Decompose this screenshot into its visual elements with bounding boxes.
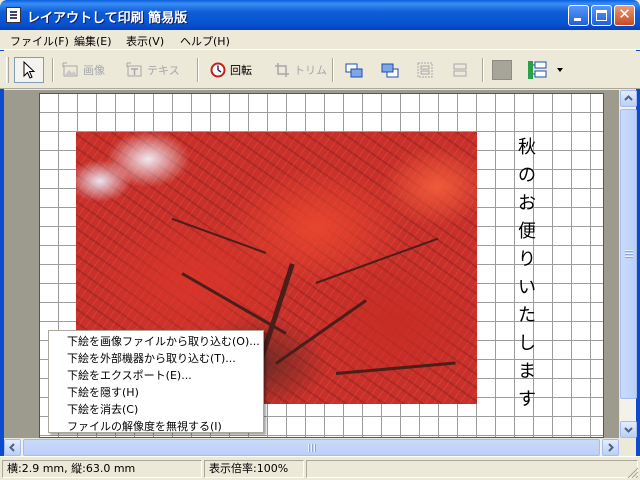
- fill-color-swatch-icon: [492, 60, 512, 80]
- scroll-left-button[interactable]: [4, 439, 21, 456]
- close-button[interactable]: ✕: [614, 5, 635, 26]
- toolbar-separator: [197, 58, 199, 82]
- menu-bar: ファイル(F) 編集(E) 表示(V) ヘルプ(H): [0, 30, 640, 50]
- greeting-char: 便: [518, 221, 536, 242]
- greeting-char: り: [518, 249, 536, 270]
- pointer-arrow-icon: [23, 61, 36, 79]
- tree-branch: [335, 361, 456, 375]
- fill-color-button[interactable]: [492, 57, 512, 83]
- greeting-char: の: [518, 165, 536, 186]
- send-backward-button[interactable]: [380, 57, 400, 83]
- greeting-char: 秋: [518, 137, 536, 158]
- horizontal-scroll-thumb[interactable]: [23, 439, 600, 456]
- layout-tree-icon: [528, 61, 547, 79]
- tree-branch: [181, 272, 287, 335]
- menu-clear[interactable]: 下絵を消去(C): [49, 402, 263, 418]
- context-menu: 下絵を画像ファイルから取り込む(O)... 下絵を外部機器から取り込む(T)..…: [48, 330, 264, 433]
- chevron-up-icon: [624, 95, 633, 101]
- greeting-char: お: [518, 193, 536, 214]
- stack-frames-icon: [453, 63, 467, 77]
- status-bar: 横:2.9 mm, 縦:63.0 mm 表示倍率:100%: [0, 456, 640, 480]
- menu-edit[interactable]: 編集(E): [74, 33, 112, 49]
- grip-icon: [625, 250, 633, 259]
- menu-export[interactable]: 下絵をエクスポート(E)...: [49, 368, 263, 384]
- bring-forward-button[interactable]: [344, 57, 364, 83]
- layout-dropdown-button[interactable]: [556, 57, 564, 83]
- horizontal-scrollbar[interactable]: [4, 438, 619, 456]
- align-frames-icon: [417, 62, 433, 78]
- insert-image-label: 画像: [83, 64, 105, 77]
- title-bar[interactable]: レイアウトして印刷 簡易版 ✕: [0, 0, 640, 30]
- menu-import-from-device[interactable]: 下絵を外部機器から取り込む(T)...: [49, 351, 263, 367]
- greeting-char: し: [518, 333, 536, 354]
- scroll-up-button[interactable]: [620, 90, 637, 107]
- bring-forward-icon: [345, 63, 363, 78]
- greeting-char: す: [518, 389, 536, 410]
- menu-hide[interactable]: 下絵を隠す(H): [49, 385, 263, 401]
- trim-icon: [275, 63, 289, 77]
- app-icon[interactable]: [6, 7, 21, 23]
- scroll-right-button[interactable]: [602, 439, 619, 456]
- menu-view[interactable]: 表示(V): [126, 33, 164, 49]
- greeting-char: ま: [518, 361, 536, 382]
- image-frame-icon: [62, 62, 78, 77]
- menu-ignore-resolution[interactable]: ファイルの解像度を無視する(I): [49, 419, 263, 435]
- cursor-position-status: 横:2.9 mm, 縦:63.0 mm: [2, 460, 202, 478]
- grip-icon: [308, 444, 317, 452]
- toolbar-grip[interactable]: [6, 57, 9, 83]
- select-pointer-button[interactable]: [14, 57, 44, 83]
- toolbar-separator: [482, 58, 484, 82]
- align-frames-button[interactable]: [415, 57, 435, 83]
- maximize-icon: [596, 10, 607, 21]
- zoom-status: 表示倍率:100%: [204, 460, 304, 478]
- chevron-down-icon: [624, 427, 633, 433]
- menu-help[interactable]: ヘルプ(H): [180, 33, 230, 49]
- tree-branch: [275, 299, 367, 365]
- trim-button[interactable]: トリム: [273, 57, 327, 83]
- scrollbar-corner: [619, 438, 636, 455]
- trim-label: トリム: [294, 64, 327, 77]
- send-backward-icon: [381, 63, 399, 78]
- close-icon: ✕: [618, 5, 631, 23]
- greeting-char: た: [518, 305, 536, 326]
- rotate-button[interactable]: 回転: [209, 57, 252, 83]
- chevron-right-icon: [608, 443, 614, 452]
- resize-grip-icon[interactable]: [626, 466, 638, 478]
- vertical-greeting-text[interactable]: 秋 の お 便 り い た し ま す: [513, 134, 541, 414]
- insert-text-button[interactable]: テキス: [126, 57, 180, 83]
- layout-button[interactable]: [526, 57, 548, 83]
- rotate-label: 回転: [230, 64, 252, 77]
- minimize-icon: [574, 18, 581, 21]
- stack-frames-button[interactable]: [450, 57, 470, 83]
- toolbar-separator: [52, 58, 54, 82]
- text-frame-icon: [126, 62, 142, 77]
- menu-file[interactable]: ファイル(F): [10, 33, 69, 49]
- window-title: レイアウトして印刷 簡易版: [27, 11, 188, 26]
- chevron-left-icon: [9, 443, 15, 452]
- menu-import-from-file[interactable]: 下絵を画像ファイルから取り込む(O)...: [49, 334, 263, 350]
- vertical-scroll-thumb[interactable]: [620, 109, 637, 399]
- maximize-button[interactable]: [591, 5, 612, 26]
- vertical-scrollbar[interactable]: [619, 90, 637, 438]
- greeting-char: い: [518, 277, 536, 298]
- rotate-icon: [210, 62, 226, 78]
- scroll-down-button[interactable]: [620, 421, 637, 438]
- status-empty-pane: [306, 460, 638, 478]
- minimize-button[interactable]: [568, 5, 589, 26]
- toolbar-separator: [332, 58, 334, 82]
- chevron-down-icon: [557, 68, 563, 72]
- insert-image-button[interactable]: 画像: [62, 57, 105, 83]
- tree-branch: [315, 237, 439, 284]
- tree-branch: [171, 217, 267, 254]
- toolbar: 画像 テキス 回転 トリム: [0, 51, 640, 89]
- insert-text-label: テキス: [147, 64, 180, 77]
